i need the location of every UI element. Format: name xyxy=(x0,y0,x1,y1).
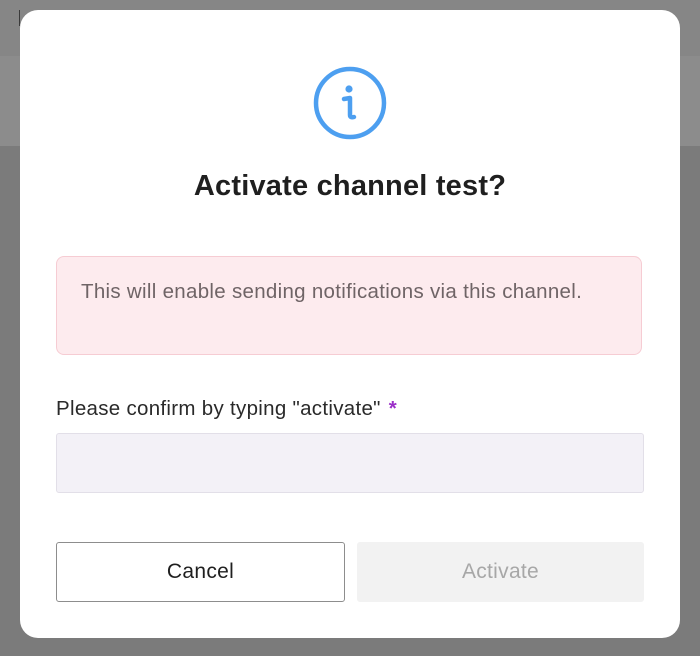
dialog-title: Activate channel test? xyxy=(193,170,507,202)
info-icon xyxy=(313,66,387,140)
confirm-field-label: Please confirm by typing "activate" * xyxy=(56,397,397,421)
required-marker: * xyxy=(388,397,398,420)
confirm-label-text: Please confirm by typing "activate" xyxy=(56,397,381,420)
alert-text: This will enable sending notifications v… xyxy=(81,280,583,303)
activate-channel-dialog: Activate channel test? This will enable … xyxy=(20,10,680,638)
warning-alert: This will enable sending notifications v… xyxy=(56,256,642,355)
activate-button[interactable]: Activate xyxy=(357,542,644,602)
cancel-button[interactable]: Cancel xyxy=(56,542,345,602)
confirm-input[interactable] xyxy=(56,433,644,493)
